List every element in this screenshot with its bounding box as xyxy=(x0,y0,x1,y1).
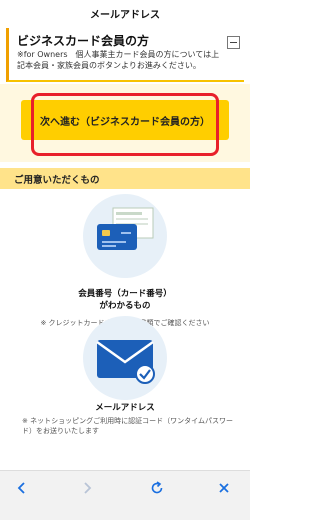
close-icon xyxy=(219,483,229,493)
browser-title-bar: メールアドレス xyxy=(0,0,250,26)
item-card-title-line2: がわかるもの xyxy=(99,301,151,311)
back-icon xyxy=(17,482,25,494)
browser-toolbar xyxy=(0,470,250,520)
business-member-section: ビジネスカード会員の方 ※for Owners 個人事業主カード会員の方について… xyxy=(6,28,244,82)
close-button[interactable] xyxy=(214,478,234,498)
reload-button[interactable] xyxy=(147,478,167,498)
business-description: ※for Owners 個人事業主カード会員の方については上記本会員・家族会員の… xyxy=(17,50,220,70)
next-business-button[interactable]: 次へ進む（ビジネスカード会員の方） xyxy=(21,100,229,140)
credit-card-icon xyxy=(97,207,154,250)
collapse-button[interactable] xyxy=(227,36,240,49)
minus-icon xyxy=(230,42,237,43)
mail-illustration xyxy=(83,316,167,400)
prep-section-header: ご用意いただくもの xyxy=(0,168,250,189)
item-card-title-line1: 会員番号（カード番号） xyxy=(78,289,172,299)
reload-icon xyxy=(151,481,163,494)
business-heading: ビジネスカード会員の方 xyxy=(17,34,150,48)
item-email-note: ※ ネットショッピングご利用時に認証コード（ワンタイムパスワード）をお送りいたし… xyxy=(22,417,233,435)
prep-heading: ご用意いただくもの xyxy=(14,174,100,186)
item-email-title: メールアドレス xyxy=(95,403,155,413)
card-illustration xyxy=(83,194,167,278)
back-button[interactable] xyxy=(12,478,32,498)
next-button-area: 次へ進む（ビジネスカード会員の方） xyxy=(0,84,250,162)
forward-button[interactable] xyxy=(77,478,97,498)
envelope-icon xyxy=(96,340,155,384)
page-title: メールアドレス xyxy=(90,9,160,21)
item-card-title: 会員番号（カード番号） がわかるもの xyxy=(0,288,250,312)
next-button-label: 次へ進む（ビジネスカード会員の方） xyxy=(40,116,210,128)
forward-icon xyxy=(84,482,92,494)
